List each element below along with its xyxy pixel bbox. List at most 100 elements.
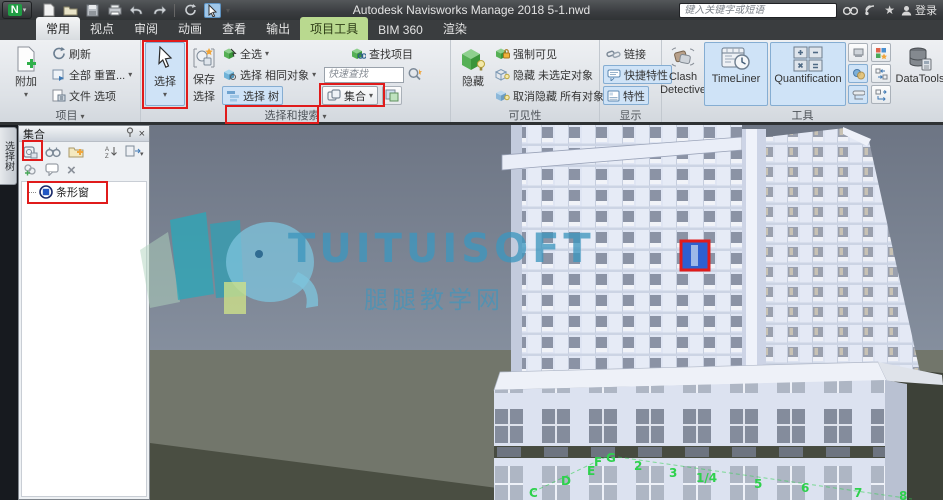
print-button[interactable]	[106, 3, 123, 18]
sets-panel-header[interactable]: 集合 ×	[19, 126, 149, 142]
panel-tools: Clash Detective TimeLiner Quantification	[662, 40, 943, 122]
datatools-button[interactable]: DataTools	[898, 42, 942, 106]
reset-all-button[interactable]: 全部 重置...▾	[52, 65, 132, 84]
app-menu-button[interactable]: N▾	[2, 1, 32, 19]
app-manager-button[interactable]	[871, 43, 891, 62]
communication-center-button[interactable]	[864, 4, 878, 16]
select-same-button[interactable]: 选择 相同对象▾	[222, 65, 316, 84]
viewport-3d[interactable]: CDEFG231/45678	[150, 125, 943, 500]
group-label-select-search[interactable]: 选择和搜索 ▾	[141, 107, 450, 121]
panel-project: 附加▾ 刷新 全部 重置...▾ 文件 选项 项目 ▾	[0, 40, 141, 122]
toolbar-separator	[174, 4, 175, 17]
cursor-icon	[207, 4, 218, 17]
new-folder-icon	[68, 145, 84, 158]
new-folder-button[interactable]	[68, 145, 84, 161]
appearance-profiler-icon	[385, 89, 399, 102]
require-button[interactable]: 强制可见	[495, 44, 557, 63]
sign-in-button[interactable]: 登录	[901, 2, 937, 18]
ribbon: 附加▾ 刷新 全部 重置...▾ 文件 选项 项目 ▾ 选择▾	[0, 40, 943, 122]
properties-button[interactable]: 特性	[603, 86, 649, 105]
timeliner-button[interactable]: TimeLiner	[704, 42, 768, 106]
append-icon	[15, 46, 37, 72]
tab-2[interactable]: 审阅	[124, 17, 168, 40]
new-button[interactable]	[40, 3, 57, 18]
hide-unselected-button[interactable]: 隐藏 未选定对象	[495, 65, 593, 84]
tab-0[interactable]: 常用	[36, 17, 80, 40]
import-export-icon: ▾	[125, 145, 145, 158]
open-folder-icon	[63, 4, 78, 16]
svg-text:A: A	[105, 147, 109, 153]
comment-button[interactable]	[45, 163, 60, 179]
selection-tree-dock-tab[interactable]: 选择树	[0, 127, 17, 185]
sets-row: 集合▾	[322, 86, 402, 105]
quick-find-button[interactable]	[407, 67, 423, 82]
links-icon	[606, 48, 621, 60]
file-options-button[interactable]: 文件 选项	[52, 86, 116, 105]
tab-7[interactable]: BIM 360	[368, 20, 433, 40]
autodesk-rendering-button[interactable]	[848, 43, 868, 62]
select-button[interactable]: 选择▾	[145, 42, 185, 106]
delete-set-button[interactable]: ×	[67, 166, 76, 176]
selection-tree-button[interactable]: 选择 树	[222, 86, 283, 105]
clash-detective-button[interactable]: Clash Detective	[664, 42, 702, 106]
svg-text:Z: Z	[105, 154, 109, 158]
binoculars-icon	[45, 145, 61, 158]
save-icon	[86, 4, 99, 17]
appearance-tool-button[interactable]	[848, 64, 868, 83]
group-label-project[interactable]: 项目 ▾	[0, 107, 140, 121]
grid-label: 3	[669, 466, 677, 480]
save-selection-button[interactable]: 保存 选择	[188, 42, 220, 106]
branch-arrows-icon	[875, 89, 888, 101]
quick-find-input[interactable]	[324, 67, 404, 83]
tab-4[interactable]: 查看	[212, 17, 256, 40]
tab-5[interactable]: 输出	[256, 17, 300, 40]
selection-set-icon	[39, 185, 53, 199]
refresh-button[interactable]: 刷新	[52, 44, 91, 63]
script-icon	[852, 89, 865, 101]
binoculars-icon	[843, 4, 858, 16]
print-icon	[108, 4, 122, 16]
appearance-profiler-button[interactable]	[382, 86, 402, 105]
undo-button[interactable]	[128, 3, 145, 18]
unhide-all-button[interactable]: 取消隐藏 所有对象▾	[495, 86, 611, 105]
append-button[interactable]: 附加▾	[8, 42, 44, 106]
panel-visibility: 隐藏 强制可见 隐藏 未选定对象 取消隐藏 所有对象▾ 可见性	[451, 40, 600, 122]
tab-3[interactable]: 动画	[168, 17, 212, 40]
quantification-button[interactable]: Quantification	[770, 42, 846, 106]
pin-icon[interactable]	[125, 127, 135, 140]
tab-6[interactable]: 项目工具	[300, 17, 368, 40]
quick-access-toolbar: ▾	[40, 3, 230, 18]
qat-dropdown[interactable]: ▾	[226, 6, 230, 15]
search-input[interactable]	[679, 3, 837, 18]
open-button[interactable]	[62, 3, 79, 18]
batch-utility-button[interactable]	[871, 85, 891, 104]
redo-button[interactable]	[150, 3, 167, 18]
find-items-icon	[351, 47, 366, 60]
exchange-apps-button[interactable]	[843, 4, 858, 16]
select-all-button[interactable]: 全选▾	[222, 44, 269, 63]
scripter-button[interactable]	[848, 85, 868, 104]
select-all-icon	[222, 47, 237, 60]
links-button[interactable]: 链接	[606, 44, 646, 63]
refresh-button-qat[interactable]	[182, 3, 199, 18]
favorites-button[interactable]: ★	[884, 3, 895, 17]
select-tool-qat-button[interactable]	[204, 3, 221, 18]
tab-8[interactable]: 渲染	[433, 17, 477, 40]
import-export-button[interactable]: ▾	[125, 145, 145, 161]
sets-dropdown-button[interactable]: 集合▾	[322, 86, 378, 105]
save-selection-set-button[interactable]	[23, 145, 38, 162]
tree-item-set[interactable]: 条形窗	[22, 182, 146, 202]
add-copy-button[interactable]	[23, 163, 38, 179]
find-items-button[interactable]: 查找项目	[351, 44, 413, 63]
sort-button[interactable]: AZ	[105, 145, 119, 161]
save-button[interactable]	[84, 3, 101, 18]
navisworks-logo-icon: N	[8, 4, 22, 16]
selected-window[interactable]	[681, 241, 709, 270]
close-icon[interactable]: ×	[139, 128, 145, 140]
find-set-button[interactable]	[45, 145, 61, 161]
save-set-icon	[23, 145, 38, 159]
compare-button[interactable]	[871, 64, 891, 83]
hide-button[interactable]: 隐藏	[455, 42, 491, 106]
tab-1[interactable]: 视点	[80, 17, 124, 40]
magnifier-icon	[407, 67, 423, 82]
